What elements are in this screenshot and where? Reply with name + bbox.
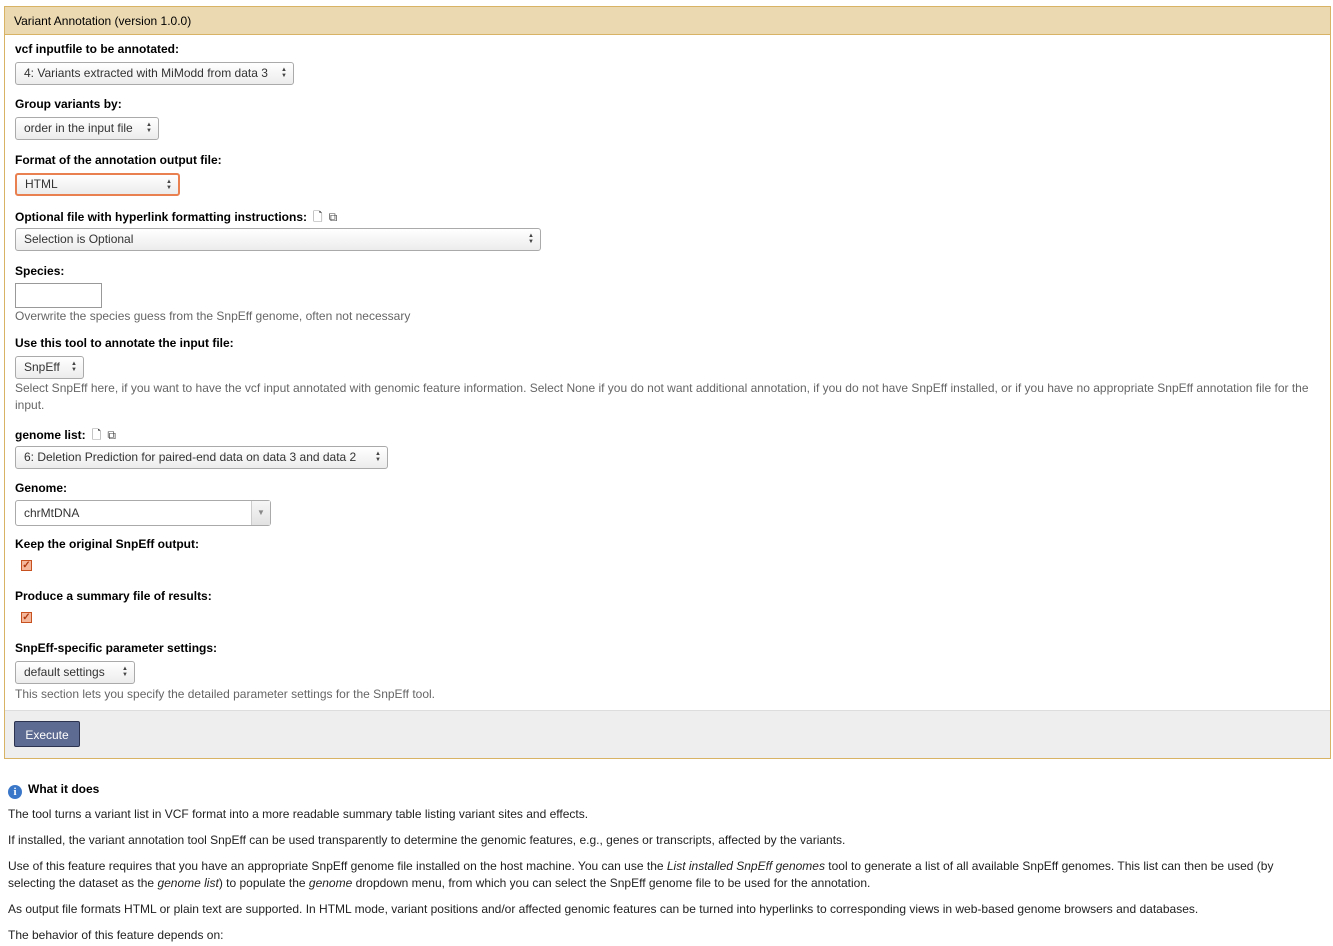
- snpeff-settings-select[interactable]: default settings ▲ ▼: [15, 661, 135, 684]
- snpeff-settings-value: default settings: [24, 665, 105, 679]
- select-arrows-icon: ▲ ▼: [528, 233, 534, 245]
- tool-form-panel: Variant Annotation (version 1.0.0) vcf i…: [4, 6, 1331, 759]
- copy-icon[interactable]: ⧉: [107, 428, 116, 442]
- help-paragraph-3: Use of this feature requires that you ha…: [8, 858, 1313, 892]
- help-text: dropdown menu, from which you can select…: [352, 876, 871, 890]
- annotation-tool-value: SnpEff: [24, 360, 60, 374]
- select-arrows-icon: ▲ ▼: [71, 361, 77, 373]
- help-paragraph-4: As output file formats HTML or plain tex…: [8, 902, 1199, 916]
- select-arrows-icon: ▲ ▼: [281, 67, 287, 79]
- snpeff-settings-help: This section lets you specify the detail…: [15, 687, 436, 701]
- vcf-input-label: vcf inputfile to be annotated:: [15, 42, 179, 56]
- hyperlink-file-select[interactable]: Selection is Optional ▲ ▼: [15, 228, 541, 251]
- select-arrows-icon: ▲ ▼: [166, 179, 172, 191]
- vcf-input-select[interactable]: 4: Variants extracted with MiModd from d…: [15, 62, 294, 85]
- genome-label: Genome:: [15, 481, 68, 495]
- file-icon[interactable]: 🗋: [92, 428, 102, 442]
- execute-button[interactable]: Execute: [14, 721, 80, 747]
- help-heading: i What it does: [8, 781, 1313, 799]
- group-variants-select[interactable]: order in the input file ▲ ▼: [15, 117, 159, 140]
- keep-output-label: Keep the original SnpEff output:: [15, 537, 199, 551]
- group-variants-value: order in the input file: [24, 121, 133, 135]
- summary-file-label: Produce a summary file of results:: [15, 589, 212, 603]
- vcf-input-value: 4: Variants extracted with MiModd from d…: [24, 66, 268, 80]
- genome-combobox[interactable]: chrMtDNA ▼: [15, 500, 271, 526]
- form-footer: Execute: [5, 710, 1330, 758]
- hyperlink-file-label: Optional file with hyperlink formatting …: [15, 208, 337, 229]
- select-arrows-icon: ▲ ▼: [375, 451, 381, 463]
- genome-list-label-text: genome list:: [15, 428, 86, 442]
- help-text: Use of this feature requires that you ha…: [8, 859, 667, 873]
- genome-value: chrMtDNA: [24, 506, 80, 520]
- hyperlink-file-value: Selection is Optional: [24, 232, 134, 246]
- output-format-label: Format of the annotation output file:: [15, 153, 222, 167]
- select-arrows-icon: ▲ ▼: [122, 666, 128, 678]
- help-emphasis: genome: [308, 876, 353, 890]
- help-paragraph-2: If installed, the variant annotation too…: [8, 833, 846, 847]
- group-variants-label: Group variants by:: [15, 97, 122, 111]
- select-arrows-icon: ▲ ▼: [146, 122, 152, 134]
- genome-list-label: genome list: 🗋 ⧉: [15, 426, 116, 447]
- help-emphasis: List installed SnpEff genomes: [666, 859, 825, 873]
- snpeff-settings-label: SnpEff-specific parameter settings:: [15, 641, 218, 655]
- annotation-tool-help: Select SnpEff here, if you want to have …: [15, 381, 1309, 412]
- help-paragraph-5: The behavior of this feature depends on:: [8, 928, 224, 942]
- keep-output-checkbox[interactable]: ✓: [21, 560, 32, 571]
- file-icon[interactable]: 🗋: [313, 210, 323, 224]
- info-icon: i: [8, 785, 22, 799]
- help-title: What it does: [28, 782, 100, 796]
- summary-file-checkbox[interactable]: ✓: [21, 612, 32, 623]
- species-help: Overwrite the species guess from the Snp…: [15, 309, 411, 323]
- chevron-down-icon[interactable]: ▼: [251, 501, 270, 525]
- output-format-value: HTML: [25, 177, 58, 191]
- copy-icon[interactable]: ⧉: [329, 210, 338, 224]
- hyperlink-file-label-text: Optional file with hyperlink formatting …: [15, 210, 308, 224]
- species-label: Species:: [15, 264, 65, 278]
- genome-list-select[interactable]: 6: Deletion Prediction for paired-end da…: [15, 446, 388, 469]
- species-input[interactable]: [15, 283, 102, 308]
- tool-title: Variant Annotation (version 1.0.0): [5, 7, 1330, 35]
- annotation-tool-select[interactable]: SnpEff ▲ ▼: [15, 356, 84, 379]
- help-paragraph-1: The tool turns a variant list in VCF for…: [8, 807, 589, 821]
- help-text: ) to populate the: [218, 876, 309, 890]
- help-emphasis: genome list: [157, 876, 219, 890]
- output-format-select[interactable]: HTML ▲ ▼: [15, 173, 180, 196]
- genome-list-value: 6: Deletion Prediction for paired-end da…: [24, 450, 357, 464]
- annotation-tool-label: Use this tool to annotate the input file…: [15, 336, 234, 350]
